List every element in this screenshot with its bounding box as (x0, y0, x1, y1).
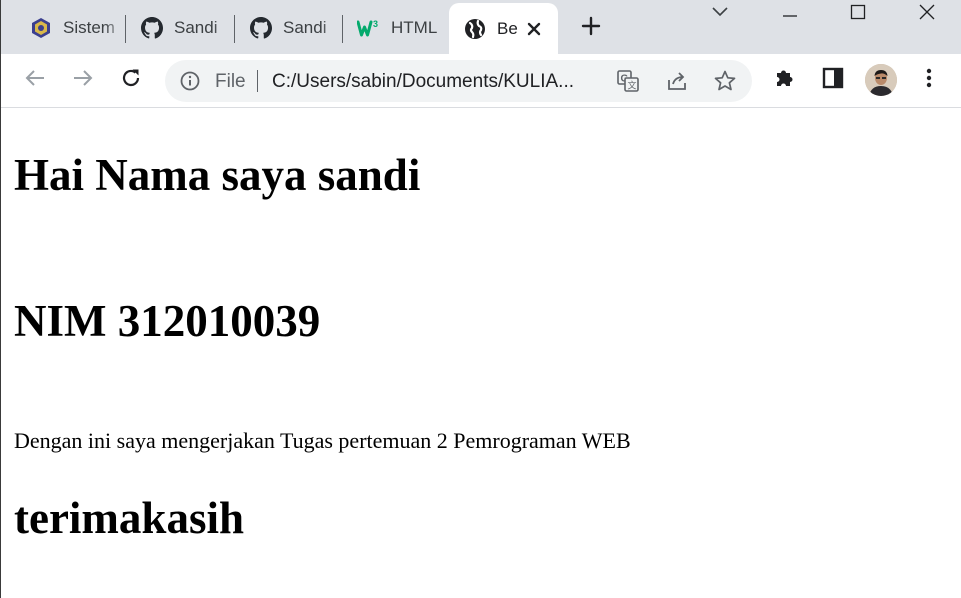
tab-title: Sandi (283, 18, 327, 37)
address-bar[interactable]: File C:/Users/sabin/Documents/KULIA... G… (165, 60, 752, 102)
globe-icon (463, 17, 487, 41)
info-icon[interactable] (179, 70, 201, 92)
url-text[interactable]: C:/Users/sabin/Documents/KULIA... (272, 71, 574, 93)
url-divider (257, 70, 258, 92)
close-window-button[interactable] (902, 0, 952, 28)
tab-github-sandi-1[interactable]: Sandi (126, 8, 235, 48)
arrow-left-icon (24, 67, 46, 94)
web-page-content: Hai Nama saya sandi NIM 312010039 Dengan… (1, 109, 961, 598)
maximize-button[interactable] (833, 0, 883, 28)
w3schools-icon: 3 (357, 16, 381, 40)
bookmark-star-icon[interactable] (713, 69, 737, 93)
minimize-icon (782, 5, 798, 23)
close-icon (919, 4, 935, 25)
profile-avatar[interactable] (865, 64, 897, 96)
heading-nim: NIM 312010039 (14, 296, 321, 346)
plus-icon (581, 16, 601, 41)
puzzle-icon (773, 66, 797, 95)
new-tab-button[interactable] (575, 12, 607, 44)
svg-text:3: 3 (373, 19, 378, 29)
tab-title: Be (497, 18, 518, 38)
tab-github-sandi-2[interactable]: Sandi (235, 8, 343, 48)
tab-sistem[interactable]: Sistem (15, 8, 126, 48)
reload-button[interactable] (114, 63, 148, 97)
tab-html[interactable]: 3 HTML (343, 8, 449, 48)
menu-button[interactable] (912, 63, 946, 97)
tab-search-button[interactable] (695, 0, 745, 28)
side-panel-icon (822, 67, 844, 94)
forward-button[interactable] (66, 63, 100, 97)
svg-text:文: 文 (628, 80, 637, 92)
github-icon (249, 16, 273, 40)
tab-title: Sandi (174, 18, 218, 37)
url-scheme-label: File (215, 71, 246, 92)
heading-thanks: terimakasih (14, 493, 244, 543)
tab-title: HTML (391, 18, 438, 37)
browser-toolbar: File C:/Users/sabin/Documents/KULIA... G… (1, 54, 961, 108)
browser-window: Sistem Sandi Sandi 3 HTML Be File C:/Use… (0, 0, 961, 598)
more-vert-icon (925, 67, 933, 94)
close-tab-icon[interactable] (524, 19, 544, 39)
tab-active[interactable]: Be (449, 3, 558, 54)
back-button[interactable] (18, 63, 52, 97)
reload-icon (120, 67, 142, 94)
chevron-down-icon (711, 5, 729, 23)
university-logo-icon (29, 16, 53, 40)
github-icon (140, 16, 164, 40)
tab-strip: Sistem Sandi Sandi 3 HTML Be (1, 0, 961, 54)
side-panel-button[interactable] (816, 63, 850, 97)
arrow-right-icon (72, 67, 94, 94)
translate-icon[interactable]: G 文 (616, 69, 640, 93)
minimize-button[interactable] (765, 0, 815, 28)
extensions-button[interactable] (768, 63, 802, 97)
share-icon[interactable] (665, 69, 689, 93)
maximize-icon (850, 4, 866, 25)
paragraph-task: Dengan ini saya mengerjakan Tugas pertem… (14, 428, 631, 453)
heading-name: Hai Nama saya sandi (14, 150, 421, 200)
